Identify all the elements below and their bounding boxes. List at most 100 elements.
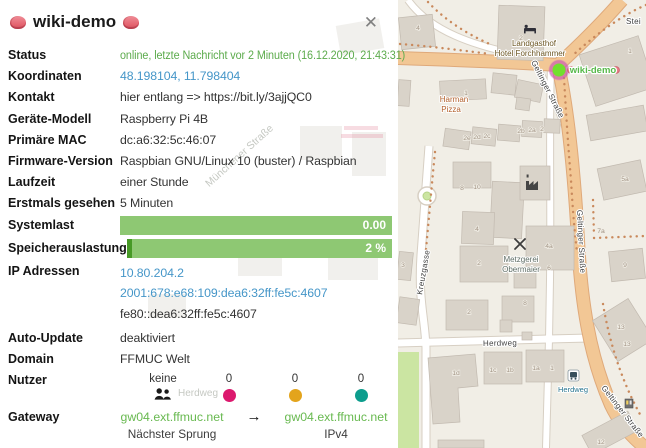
house-number: 12 bbox=[597, 439, 605, 446]
house-number: 7a bbox=[597, 228, 605, 235]
row-label: Auto-Update bbox=[8, 330, 120, 346]
house-number: 2e bbox=[463, 135, 471, 142]
house-number: 10 bbox=[473, 184, 481, 191]
people-icon bbox=[130, 388, 196, 401]
house-number: 4 bbox=[416, 25, 420, 32]
wifi2-dot-icon bbox=[223, 389, 236, 402]
house-number: 5a bbox=[621, 176, 629, 183]
row-label: Gateway bbox=[8, 409, 120, 425]
uptime-value: einer Stunde bbox=[120, 174, 189, 190]
memory-bar-fill bbox=[127, 239, 132, 258]
memory-bar-value: 2 % bbox=[365, 239, 386, 258]
house-number: 2d bbox=[473, 134, 481, 141]
house-number: 4a bbox=[545, 243, 553, 250]
clients-total: keine bbox=[130, 372, 196, 402]
street-label: Herdweg bbox=[483, 338, 517, 348]
row-label: Domain bbox=[8, 351, 120, 367]
house-number: 3 bbox=[401, 262, 405, 269]
row-label: Systemlast bbox=[8, 217, 120, 233]
map-canvas[interactable]: wiki-demo Landgasthof Hotel Forchhammer … bbox=[398, 0, 646, 448]
house-number: 9 bbox=[623, 262, 627, 269]
clients-5ghz-value: 0 bbox=[262, 372, 328, 386]
row-status: Status online, letzte Nachricht vor 2 Mi… bbox=[8, 47, 392, 63]
row-label: Status bbox=[8, 47, 120, 63]
wifi5-dot-icon bbox=[289, 389, 302, 402]
load-bar-value: 0.00 bbox=[363, 216, 386, 235]
ip-address-local: fe80::dea6:32ff:fe5c:4607 bbox=[120, 304, 327, 325]
house-number: 1 bbox=[464, 90, 468, 97]
mac-value: dc:a6:32:5c:46:07 bbox=[120, 132, 216, 148]
first-seen-value: 5 Minuten bbox=[120, 195, 173, 211]
row-label: Erstmals gesehen bbox=[8, 195, 120, 211]
close-icon[interactable]: ✕ bbox=[364, 14, 378, 31]
poi-hotel-line2: Hotel Forchhammer bbox=[495, 49, 566, 58]
house-number: 1d bbox=[452, 370, 460, 377]
gateway-ipv4-caption: IPv4 bbox=[284, 427, 388, 441]
row-ip-adressen: IP Adressen 10.80.204.2 2001:678:e68:109… bbox=[8, 263, 392, 325]
clients-2ghz: 0 bbox=[196, 372, 262, 402]
house-number: 8 bbox=[523, 300, 527, 307]
row-laufzeit: Laufzeit einer Stunde bbox=[8, 174, 392, 190]
row-gateway: Gateway gw04.ext.ffmuc.net Nächster Spru… bbox=[8, 409, 392, 441]
bus-stop-icon bbox=[568, 370, 579, 381]
gateway-next-hop-link[interactable]: gw04.ext.ffmuc.net bbox=[120, 409, 224, 425]
house-number: 2 bbox=[540, 126, 544, 133]
row-nutzer: Nutzer keine 0 bbox=[8, 372, 392, 402]
house-number: 1 bbox=[550, 365, 554, 372]
row-label: Nutzer bbox=[8, 372, 120, 388]
coordinates-link[interactable]: 48.198104, 11.798404 bbox=[120, 68, 240, 84]
house-number: 2b bbox=[517, 128, 525, 135]
domain-value: FFMUC Welt bbox=[120, 351, 190, 367]
row-label: Kontakt bbox=[8, 89, 120, 105]
house-number: 13 bbox=[623, 341, 631, 348]
house-number: 2a bbox=[528, 127, 536, 134]
house-number: 1 bbox=[628, 48, 632, 55]
house-number: 1a bbox=[532, 365, 540, 372]
bus-stop-label: Herdweg bbox=[558, 385, 588, 394]
ip-address-link[interactable]: 2001:678:e68:109:dea6:32ff:fe5c:4607 bbox=[120, 283, 327, 304]
house-number: 4 bbox=[475, 226, 479, 233]
house-number: 6 bbox=[547, 265, 551, 272]
house-number: 8 bbox=[460, 185, 464, 192]
house-number: 1b bbox=[506, 367, 514, 374]
clients-2ghz-value: 0 bbox=[196, 372, 262, 386]
node-label[interactable]: wiki-demo bbox=[569, 65, 617, 76]
brain-icon bbox=[123, 16, 139, 29]
clients-total-value: keine bbox=[130, 372, 196, 386]
clients-other-value: 0 bbox=[328, 372, 394, 386]
row-label: Geräte-Modell bbox=[8, 111, 120, 127]
firmware-value: Raspbian GNU/Linux 10 (buster) / Raspbia… bbox=[120, 153, 357, 169]
auto-update-value: deaktiviert bbox=[120, 330, 175, 346]
clients-other: 0 bbox=[328, 372, 394, 402]
poi-butcher-line2: Obermaier bbox=[502, 265, 540, 274]
node-info-panel: Münchener Straße Herdweg wiki-demo ✕ Sta… bbox=[0, 0, 398, 448]
row-auto-update: Auto-Update deaktiviert bbox=[8, 330, 392, 346]
roundabout bbox=[418, 187, 436, 205]
vending-icon bbox=[625, 399, 633, 408]
clients-5ghz: 0 bbox=[262, 372, 328, 402]
gateway-next-hop: gw04.ext.ffmuc.net Nächster Sprung bbox=[120, 409, 224, 441]
row-speicherauslastung: Speicherauslastung 2 % bbox=[8, 240, 392, 258]
row-kontakt: Kontakt hier entlang => https://bit.ly/3… bbox=[8, 89, 392, 105]
gateway-ipv4-link[interactable]: gw04.ext.ffmuc.net bbox=[284, 409, 388, 425]
poi-butcher-line1: Metzgerei bbox=[503, 255, 538, 264]
house-number: 2 bbox=[467, 309, 471, 316]
contact-value: hier entlang => https://bit.ly/3ajjQC0 bbox=[120, 89, 312, 105]
status-value: online, letzte Nachricht vor 2 Minuten (… bbox=[120, 47, 405, 63]
arrow-right-icon: → bbox=[224, 409, 284, 425]
row-label: Speicherauslastung bbox=[8, 240, 127, 256]
row-label: Primäre MAC bbox=[8, 132, 120, 148]
row-label: Laufzeit bbox=[8, 174, 120, 190]
row-label: Firmware-Version bbox=[8, 153, 120, 169]
poi-pizza-line2: Pizza bbox=[441, 105, 461, 114]
map-grass-area bbox=[398, 352, 419, 448]
row-systemlast: Systemlast 0.00 bbox=[8, 217, 392, 235]
row-erstmals-gesehen: Erstmals gesehen 5 Minuten bbox=[8, 195, 392, 211]
row-firmware: Firmware-Version Raspbian GNU/Linux 10 (… bbox=[8, 153, 392, 169]
brain-icon bbox=[10, 16, 26, 29]
house-number: 13 bbox=[617, 324, 625, 331]
other-dot-icon bbox=[355, 389, 368, 402]
ip-address-link[interactable]: 10.80.204.2 bbox=[120, 263, 327, 284]
house-number: 1c bbox=[489, 367, 497, 374]
node-marker[interactable] bbox=[549, 60, 570, 81]
